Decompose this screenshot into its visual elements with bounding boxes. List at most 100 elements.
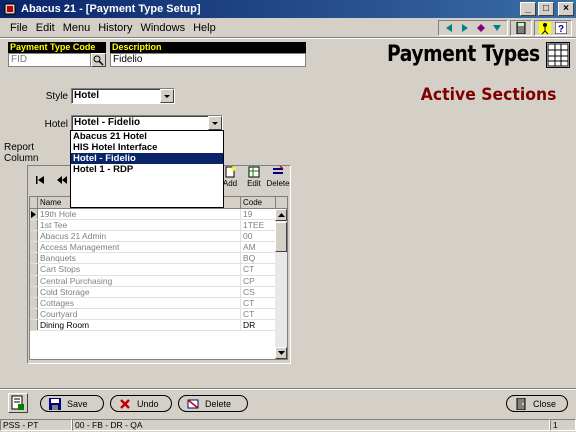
row-selector[interactable] xyxy=(30,275,38,286)
page-setup-icon[interactable] xyxy=(8,393,28,413)
table-row[interactable]: 1st Tee 1TEE xyxy=(30,220,287,232)
description-field[interactable]: Fidelio xyxy=(110,53,306,67)
svg-text:?: ? xyxy=(558,24,564,34)
delete-record-button[interactable]: Delete xyxy=(266,166,290,194)
cell-code[interactable]: BQ xyxy=(241,253,276,264)
cell-name[interactable]: Dining Room xyxy=(38,319,241,331)
row-selector[interactable] xyxy=(30,308,38,319)
current-row-icon xyxy=(31,210,36,218)
cell-name[interactable]: Cart Stops xyxy=(38,264,241,275)
style-value: Hotel xyxy=(74,90,99,101)
cell-code[interactable]: CT xyxy=(241,264,276,275)
down-arrow-icon[interactable] xyxy=(491,22,503,34)
active-sections-heading: Active Sections xyxy=(420,85,556,105)
cell-code[interactable]: 19 xyxy=(241,209,276,220)
table-grid-icon xyxy=(546,42,570,68)
first-record-icon[interactable] xyxy=(33,173,47,187)
row-selector[interactable] xyxy=(30,242,38,253)
payment-type-code-field[interactable]: FID xyxy=(8,53,91,67)
cell-code[interactable]: DR xyxy=(241,319,276,331)
scroll-down-icon[interactable] xyxy=(275,347,287,359)
cell-name[interactable]: Cottages xyxy=(38,297,241,308)
row-selector[interactable] xyxy=(30,264,38,275)
cell-code[interactable]: AM xyxy=(241,242,276,253)
report-column-label: Report Column xyxy=(4,142,39,164)
add-label: Add xyxy=(222,179,238,188)
cell-name[interactable]: Courtyard xyxy=(38,308,241,319)
hotel-option[interactable]: Hotel 1 - RDP xyxy=(71,164,223,175)
hotel-value: Hotel - Fidelio xyxy=(74,117,141,128)
row-selector[interactable] xyxy=(30,253,38,264)
menu-help[interactable]: Help xyxy=(189,20,220,36)
table-row[interactable]: Dining Room DR xyxy=(30,319,287,332)
cell-name[interactable]: Central Purchasing xyxy=(38,275,241,286)
chevron-down-icon[interactable] xyxy=(160,89,174,103)
cell-name[interactable]: Abacus 21 Admin xyxy=(38,231,241,242)
cell-name[interactable]: 19th Hole xyxy=(38,209,241,220)
table-row[interactable]: Abacus 21 Admin 00 xyxy=(30,231,287,243)
maximize-button[interactable]: □ xyxy=(538,2,554,16)
close-window-button[interactable]: × xyxy=(558,2,574,16)
edit-button[interactable]: Edit xyxy=(243,166,265,194)
table-row[interactable]: Cottages CT xyxy=(30,297,287,309)
table-row[interactable]: Banquets BQ xyxy=(30,253,287,265)
delete-button[interactable]: Delete xyxy=(178,395,248,412)
table-row[interactable]: Access Management AM xyxy=(30,242,287,254)
cell-name[interactable]: 1st Tee xyxy=(38,220,241,231)
menu-file[interactable]: File xyxy=(6,20,32,36)
help-icon[interactable]: ? xyxy=(555,22,567,34)
style-label: Style xyxy=(45,91,68,102)
minimize-button[interactable]: _ xyxy=(520,2,536,16)
gem-icon[interactable] xyxy=(475,22,487,34)
row-selector[interactable] xyxy=(30,209,38,220)
menu-edit[interactable]: Edit xyxy=(32,20,59,36)
row-selector[interactable] xyxy=(30,231,38,242)
scroll-up-icon[interactable] xyxy=(275,209,287,221)
delete-bottom-label: Delete xyxy=(205,398,232,409)
back-arrow-icon[interactable] xyxy=(443,22,455,34)
cell-name[interactable]: Access Management xyxy=(38,242,241,253)
menu-menu[interactable]: Menu xyxy=(59,20,95,36)
lookup-button[interactable] xyxy=(91,53,106,67)
style-select[interactable]: Hotel xyxy=(71,88,175,104)
sections-grid[interactable]: Name Code 19th Hole 19 1st Tee 1TEE Abacus 2… xyxy=(29,196,288,360)
exit-person-icon[interactable] xyxy=(539,22,551,34)
save-button[interactable]: Save xyxy=(40,395,104,412)
hotel-select[interactable]: Hotel - Fidelio xyxy=(71,115,223,131)
table-row[interactable]: 19th Hole 19 xyxy=(30,209,287,221)
hotel-option[interactable]: Hotel - Fidelio xyxy=(71,153,223,164)
table-row[interactable]: Cold Storage CS xyxy=(30,286,287,298)
cell-code[interactable]: CT xyxy=(241,297,276,308)
row-selector[interactable] xyxy=(30,286,38,297)
prev-page-icon[interactable] xyxy=(55,173,69,187)
status-right: 1 xyxy=(550,419,576,431)
cell-code[interactable]: CS xyxy=(241,286,276,297)
hotel-option[interactable]: Abacus 21 Hotel xyxy=(71,131,223,142)
cell-name[interactable]: Banquets xyxy=(38,253,241,264)
menu-history[interactable]: History xyxy=(94,20,136,36)
cell-code[interactable]: 00 xyxy=(241,231,276,242)
door-icon xyxy=(515,397,527,410)
chevron-down-icon[interactable] xyxy=(208,116,222,130)
cell-code[interactable]: CP xyxy=(241,275,276,286)
cell-code[interactable]: 1TEE xyxy=(241,220,276,231)
edit-grid-icon xyxy=(248,166,260,178)
column-header-code[interactable]: Code xyxy=(241,197,276,208)
forward-arrow-icon[interactable] xyxy=(459,22,471,34)
undo-button[interactable]: Undo xyxy=(110,395,172,412)
scroll-thumb[interactable] xyxy=(275,222,287,252)
vertical-scrollbar[interactable] xyxy=(275,209,287,359)
table-row[interactable]: Cart Stops CT xyxy=(30,264,287,276)
table-row[interactable]: Central Purchasing CP xyxy=(30,275,287,287)
close-button[interactable]: Close xyxy=(506,395,568,412)
cell-name[interactable]: Cold Storage xyxy=(38,286,241,297)
menu-windows[interactable]: Windows xyxy=(136,20,189,36)
row-selector[interactable] xyxy=(30,220,38,231)
calculator-icon[interactable] xyxy=(515,22,527,34)
row-selector[interactable] xyxy=(30,297,38,308)
table-row[interactable]: Courtyard CT xyxy=(30,308,287,320)
row-selector[interactable] xyxy=(30,319,38,331)
undo-label: Undo xyxy=(137,398,159,409)
cell-code[interactable]: CT xyxy=(241,308,276,319)
hotel-option[interactable]: HIS Hotel Interface xyxy=(71,142,223,153)
